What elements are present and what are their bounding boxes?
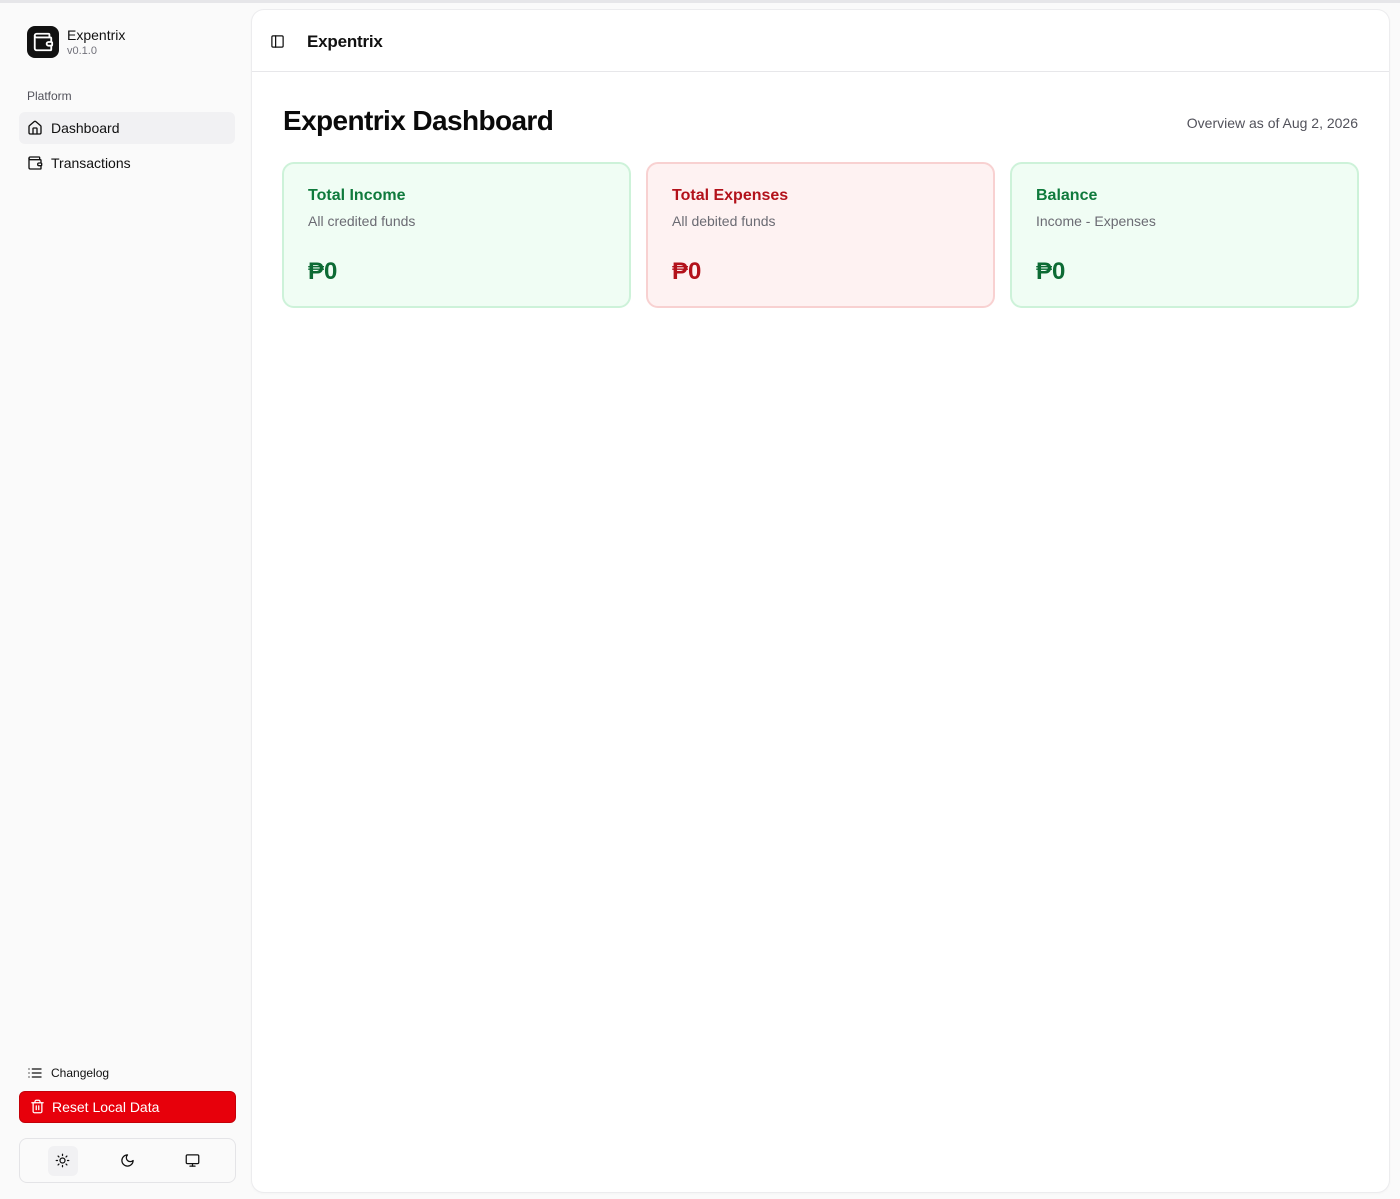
theme-switcher — [19, 1138, 236, 1183]
moon-icon — [120, 1153, 135, 1168]
app-window: Expentrix v0.1.0 Platform Dashboard Tran… — [0, 0, 1400, 1199]
wallet-icon — [27, 155, 43, 171]
reset-local-data-button[interactable]: Reset Local Data — [19, 1091, 236, 1123]
panel-left-icon — [270, 34, 285, 49]
card-subtitle: Income - Expenses — [1036, 213, 1156, 229]
card-title: Total Income — [308, 187, 406, 204]
sidebar-item-dashboard[interactable]: Dashboard — [19, 112, 235, 144]
card-value: ₱0 — [308, 258, 338, 285]
card-value: ₱0 — [1036, 258, 1066, 285]
sidebar-group-label: Platform — [27, 89, 72, 103]
header-title: Expentrix — [307, 32, 383, 51]
changelog-label: Changelog — [51, 1066, 110, 1080]
total-expenses-card: Total Expenses All debited funds ₱0 — [646, 162, 995, 308]
sidebar-item-transactions[interactable]: Transactions — [19, 147, 235, 179]
card-title: Balance — [1036, 187, 1098, 204]
theme-dark-button[interactable] — [113, 1146, 143, 1176]
sidebar-toggle-button[interactable] — [266, 30, 288, 52]
sidebar-item-label: Dashboard — [51, 120, 120, 136]
card-value: ₱0 — [672, 258, 702, 285]
page-title: Expentrix Dashboard — [283, 105, 554, 136]
sidebar-item-label: Transactions — [51, 155, 131, 171]
app-name: Expentrix — [67, 26, 126, 43]
home-icon — [27, 120, 43, 136]
trash-icon — [30, 1099, 46, 1115]
total-income-card: Total Income All credited funds ₱0 — [282, 162, 631, 308]
brand[interactable]: Expentrix v0.1.0 — [27, 26, 125, 58]
card-title: Total Expenses — [672, 187, 789, 204]
balance-card: Balance Income - Expenses ₱0 — [1010, 162, 1359, 308]
monitor-icon — [185, 1153, 200, 1168]
sun-icon — [55, 1153, 70, 1168]
wallet-logo-icon — [27, 26, 59, 58]
card-subtitle: All credited funds — [308, 213, 416, 229]
list-icon — [27, 1065, 43, 1081]
reset-label: Reset Local Data — [52, 1099, 160, 1115]
overview-date: Overview as of Aug 2, 2026 — [1186, 115, 1358, 131]
main-content: Expentrix Expentrix Dashboard Overview a… — [252, 10, 1389, 1192]
theme-system-button[interactable] — [178, 1146, 208, 1176]
sidebar: Expentrix v0.1.0 Platform Dashboard Tran… — [4, 3, 250, 1199]
changelog-link[interactable]: Changelog — [19, 1060, 235, 1086]
card-subtitle: All debited funds — [672, 213, 776, 229]
app-version: v0.1.0 — [67, 44, 97, 57]
theme-light-button[interactable] — [47, 1145, 78, 1176]
top-bar: Expentrix — [252, 10, 1389, 72]
